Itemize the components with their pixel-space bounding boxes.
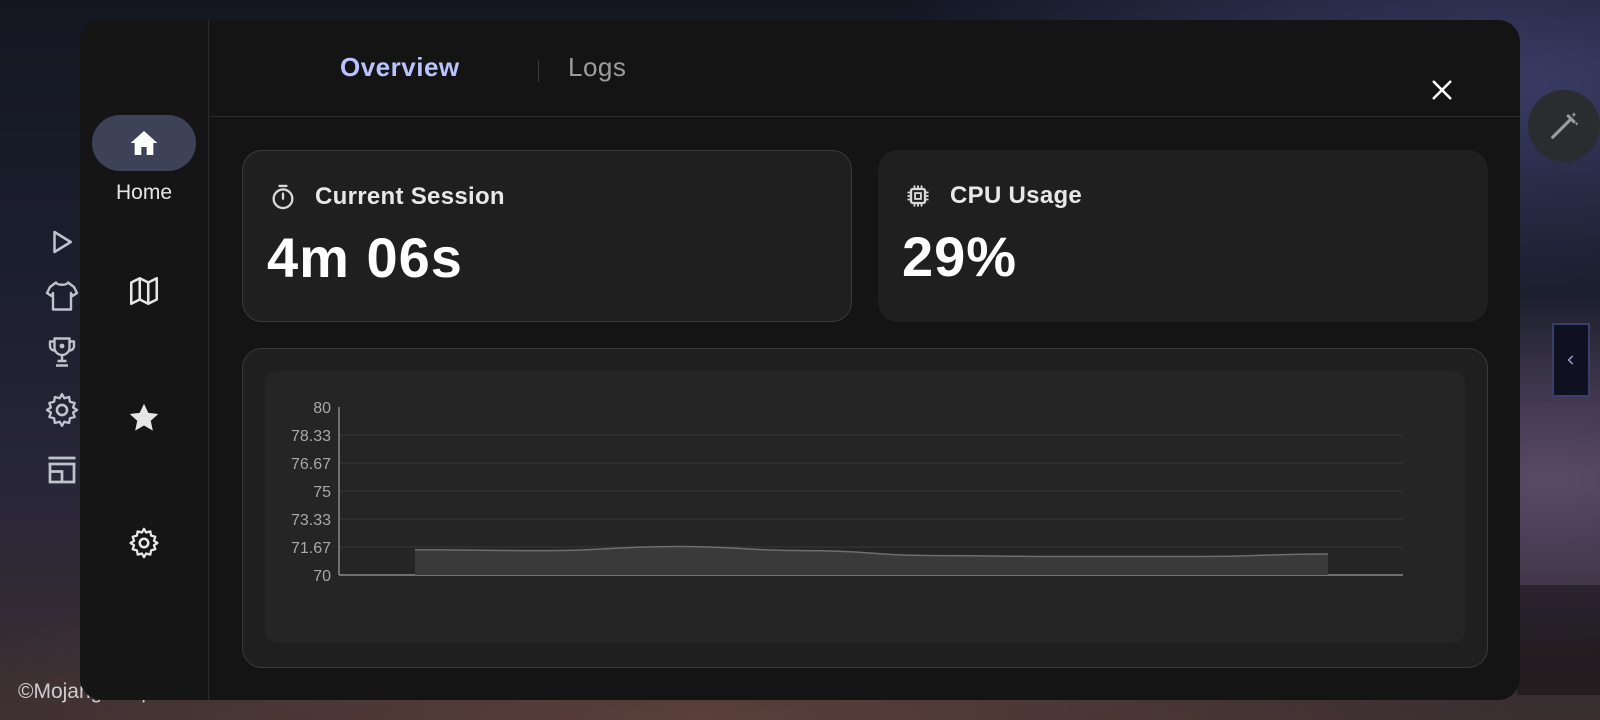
tab-divider <box>538 60 539 82</box>
shirt-icon[interactable] <box>42 276 82 316</box>
home-pill[interactable] <box>92 115 196 171</box>
navigation-rail: Home <box>80 20 209 700</box>
chevron-left-icon <box>1567 355 1574 365</box>
play-icon[interactable] <box>42 222 82 262</box>
cpu-title: CPU Usage <box>950 182 1083 209</box>
map-icon <box>116 263 172 319</box>
settings-icon <box>116 515 172 571</box>
rail-item-home[interactable]: Home <box>80 115 208 205</box>
trophy-icon[interactable] <box>42 332 82 372</box>
y-tick-label: 75 <box>313 484 331 501</box>
y-tick-label: 73.33 <box>291 512 331 529</box>
close-button[interactable] <box>1424 72 1460 108</box>
y-tick-label: 70 <box>313 568 331 585</box>
timer-icon <box>272 184 294 210</box>
close-icon <box>1432 80 1452 100</box>
tab-overview[interactable]: Overview <box>340 52 460 83</box>
star-icon <box>116 390 172 446</box>
chip-icon <box>907 185 929 207</box>
rail-item-map[interactable] <box>80 263 208 319</box>
background-strip <box>1517 585 1600 695</box>
y-tick-label: 71.67 <box>291 540 331 557</box>
cpu-usage-card: CPU Usage 29% <box>878 150 1488 322</box>
y-tick-label: 80 <box>313 400 331 417</box>
home-icon <box>130 131 158 155</box>
rail-item-favorites[interactable] <box>80 390 208 446</box>
side-panel-toggle[interactable] <box>1552 323 1590 397</box>
rail-label-home: Home <box>115 181 173 204</box>
magic-wand-icon <box>1551 111 1579 139</box>
cpu-chart-card: 80 78.33 76.67 75 73.33 71.67 70 <box>242 348 1488 668</box>
session-value: 4m 06s <box>267 226 463 289</box>
magic-wand-button[interactable] <box>1528 90 1600 162</box>
chart-area: 80 78.33 76.67 75 73.33 71.67 70 <box>265 371 1465 643</box>
tab-logs[interactable]: Logs <box>568 52 626 83</box>
store-icon[interactable] <box>42 450 82 490</box>
current-session-card: Current Session 4m 06s <box>242 150 852 322</box>
y-tick-label: 78.33 <box>291 428 331 445</box>
dashboard-panel: Home Overview Logs Current Session 4m 06… <box>80 20 1520 700</box>
cpu-chart: 80 78.33 76.67 75 73.33 71.67 70 <box>291 400 1403 585</box>
gear-icon[interactable] <box>42 390 82 430</box>
cpu-value: 29% <box>902 225 1018 288</box>
rail-item-settings[interactable] <box>80 515 208 571</box>
y-tick-label: 76.67 <box>291 456 331 473</box>
session-title: Current Session <box>315 183 505 210</box>
tab-bar: Overview Logs <box>210 20 1520 117</box>
